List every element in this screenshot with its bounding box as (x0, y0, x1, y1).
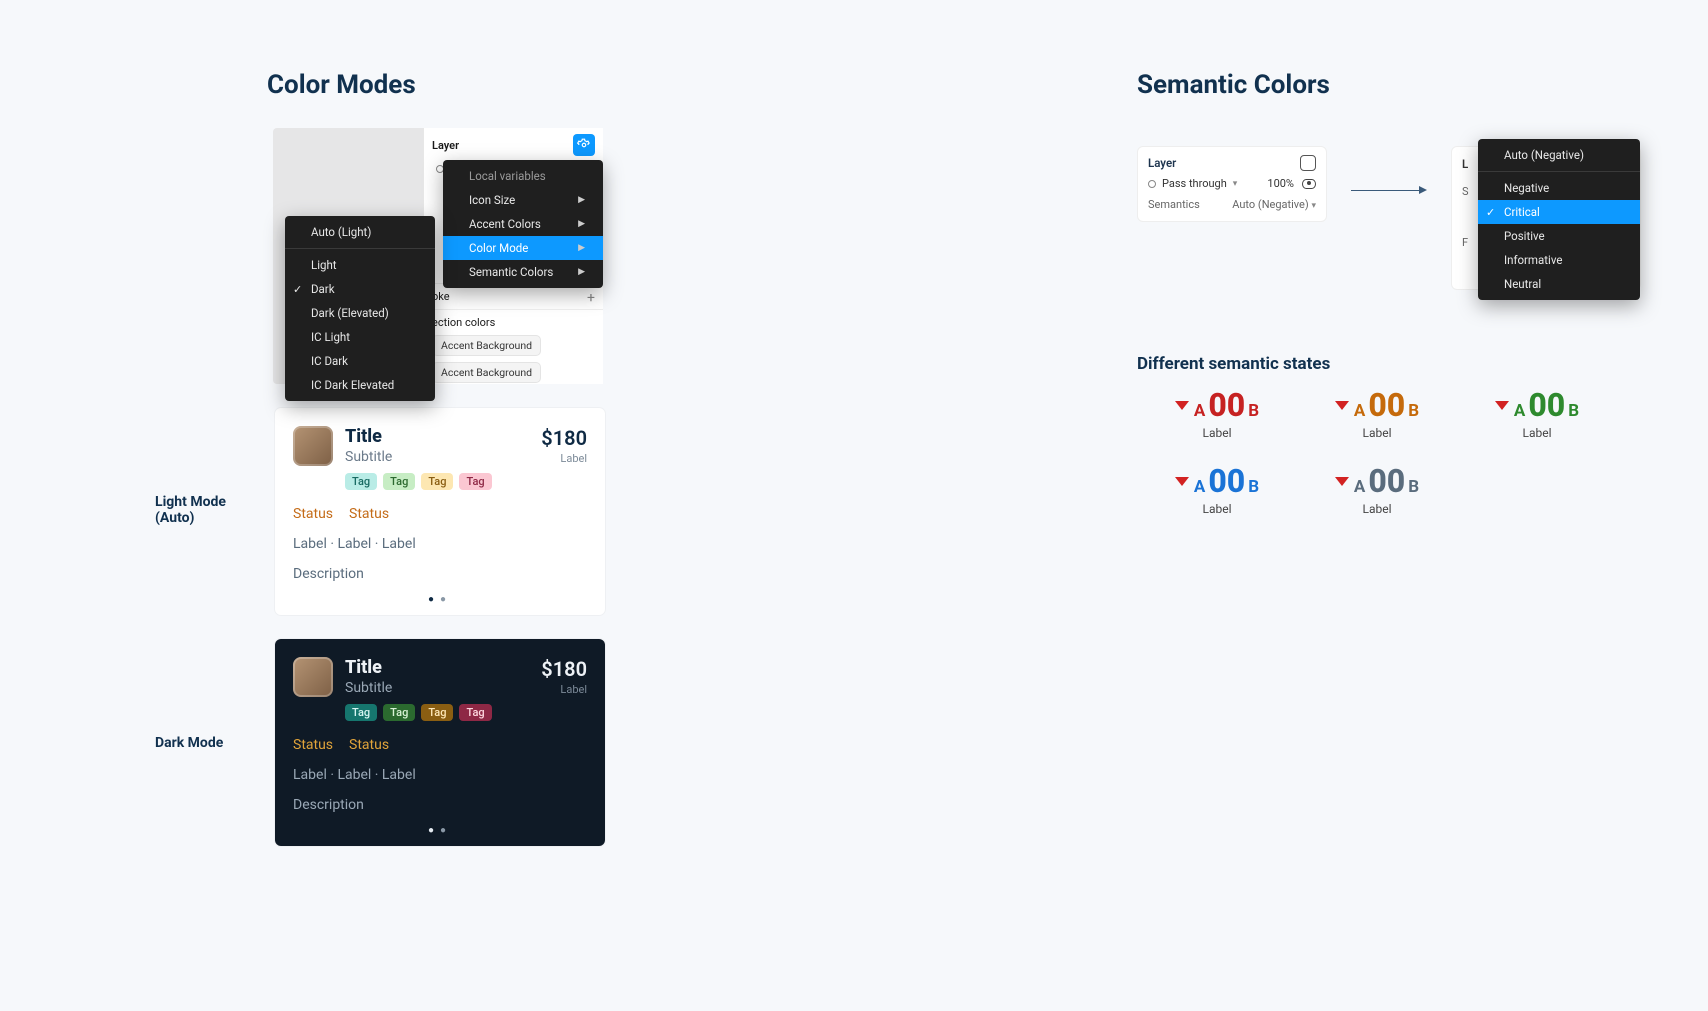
dark-mode-label: Dark Mode (155, 639, 275, 751)
card-price-label: Label (541, 683, 587, 696)
color-mode-menu: Auto (Light) Light Dark Dark (Elevated) … (285, 216, 435, 401)
state-warning: A00B Label (1297, 386, 1457, 440)
state-critical: A00B Label (1137, 386, 1297, 440)
trend-down-icon (1335, 401, 1349, 410)
semantics-panel-before: Layer Pass through ▾ 100% Semantics (1137, 146, 1327, 222)
card-tag: Tag (383, 473, 415, 490)
menu-item-auto[interactable]: Auto (Light) (285, 220, 435, 244)
card-pagination[interactable]: ●● (293, 825, 587, 836)
state-label: Label (1457, 426, 1617, 440)
layer-settings-icon[interactable] (1300, 155, 1316, 171)
menu-item-critical[interactable]: Critical (1478, 200, 1640, 224)
menu-item-ic-dark[interactable]: IC Dark (285, 349, 435, 373)
menu-item-informative[interactable]: Informative (1478, 248, 1640, 272)
state-positive: A00B Label (1457, 386, 1617, 440)
blend-mode-radio[interactable] (1148, 180, 1156, 188)
state-label: Label (1297, 502, 1457, 516)
card-status: Status (349, 737, 389, 753)
card-description: Description (293, 566, 587, 582)
card-thumbnail (293, 426, 333, 466)
menu-item-ic-dark-elevated[interactable]: IC Dark Elevated (285, 373, 435, 397)
state-label: Label (1297, 426, 1457, 440)
card-tag: Tag (421, 704, 453, 721)
state-neutral: A00B Label (1297, 462, 1457, 516)
chevron-down-icon[interactable]: ▾ (1311, 201, 1316, 211)
menu-item-semantic-colors[interactable]: Semantic Colors▶ (443, 260, 603, 284)
layer-label: Layer (1148, 156, 1176, 170)
card-tag: Tag (383, 704, 415, 721)
semantics-value[interactable]: Auto (Negative) (1232, 198, 1308, 211)
light-mode-label: Light Mode(Auto) (155, 408, 275, 526)
menu-item-dark-elevated[interactable]: Dark (Elevated) (285, 301, 435, 325)
layer-label: Layer (432, 139, 459, 152)
selection-colors-header: ection colors (432, 316, 495, 329)
state-informative: A00B Label (1137, 462, 1297, 516)
menu-item-dark[interactable]: Dark (285, 277, 435, 301)
local-variables-menu: Local variables Icon Size▶ Accent Colors… (443, 160, 603, 288)
semantics-label: Semantics (1148, 198, 1200, 211)
semantics-dropdown: Auto (Negative) Negative Critical Positi… (1478, 139, 1640, 300)
menu-item-light[interactable]: Light (285, 253, 435, 277)
menu-item-color-mode[interactable]: Color Mode▶ (443, 236, 603, 260)
card-price: $180 (541, 426, 587, 450)
menu-item-ic-light[interactable]: IC Light (285, 325, 435, 349)
card-subtitle: Subtitle (345, 449, 492, 465)
trend-down-icon (1335, 477, 1349, 486)
menu-item-neutral[interactable]: Neutral (1478, 272, 1640, 296)
card-title: Title (345, 657, 492, 678)
trend-down-icon (1175, 477, 1189, 486)
heading-color-modes: Color Modes (267, 70, 1007, 100)
heading-semantic-colors: Semantic Colors (1137, 70, 1708, 100)
card-labels: Label · Label · Label (293, 536, 587, 552)
trend-down-icon (1495, 401, 1509, 410)
card-tag: Tag (459, 704, 491, 721)
card-labels: Label · Label · Label (293, 767, 587, 783)
menu-header: Local variables (443, 164, 603, 188)
card-tag: Tag (459, 473, 491, 490)
layer-variable-button[interactable] (573, 134, 595, 156)
card-pagination[interactable]: ●● (293, 594, 587, 605)
card-tag: Tag (421, 473, 453, 490)
chevron-down-icon[interactable]: ▾ (1233, 179, 1238, 189)
example-card-dark: Title Subtitle Tag Tag Tag Tag $180 (275, 639, 605, 846)
card-status: Status (349, 506, 389, 522)
state-label: Label (1137, 502, 1297, 516)
color-chip[interactable]: Accent Background (432, 335, 541, 356)
card-status: Status (293, 506, 333, 522)
menu-item-positive[interactable]: Positive (1478, 224, 1640, 248)
card-tag: Tag (345, 704, 377, 721)
trend-down-icon (1175, 401, 1189, 410)
menu-item-icon-size[interactable]: Icon Size▶ (443, 188, 603, 212)
semantics-panel-after: L S F Auto (Negative) Negative Critical … (1451, 146, 1641, 290)
card-description: Description (293, 797, 587, 813)
arrow-connector (1351, 190, 1427, 191)
card-tag: Tag (345, 473, 377, 490)
heading-semantic-states: Different semantic states (1137, 354, 1708, 374)
card-price: $180 (541, 657, 587, 681)
menu-item-negative[interactable]: Negative (1478, 176, 1640, 200)
color-chip[interactable]: Accent Background (432, 362, 541, 383)
card-thumbnail (293, 657, 333, 697)
menu-item-accent-colors[interactable]: Accent Colors▶ (443, 212, 603, 236)
add-stroke-icon[interactable]: + (587, 290, 595, 306)
state-label: Label (1137, 426, 1297, 440)
opacity-value: 100% (1267, 177, 1294, 190)
menu-item-auto-negative[interactable]: Auto (Negative) (1478, 143, 1640, 167)
card-subtitle: Subtitle (345, 680, 492, 696)
card-title: Title (345, 426, 492, 447)
visibility-icon[interactable] (1302, 179, 1316, 189)
example-card-light: Title Subtitle Tag Tag Tag Tag $180 (275, 408, 605, 615)
card-price-label: Label (541, 452, 587, 465)
card-status: Status (293, 737, 333, 753)
figma-editor-mock: Layer C oke + ection colors (273, 128, 603, 384)
blend-mode-label: Pass through (1162, 177, 1227, 190)
